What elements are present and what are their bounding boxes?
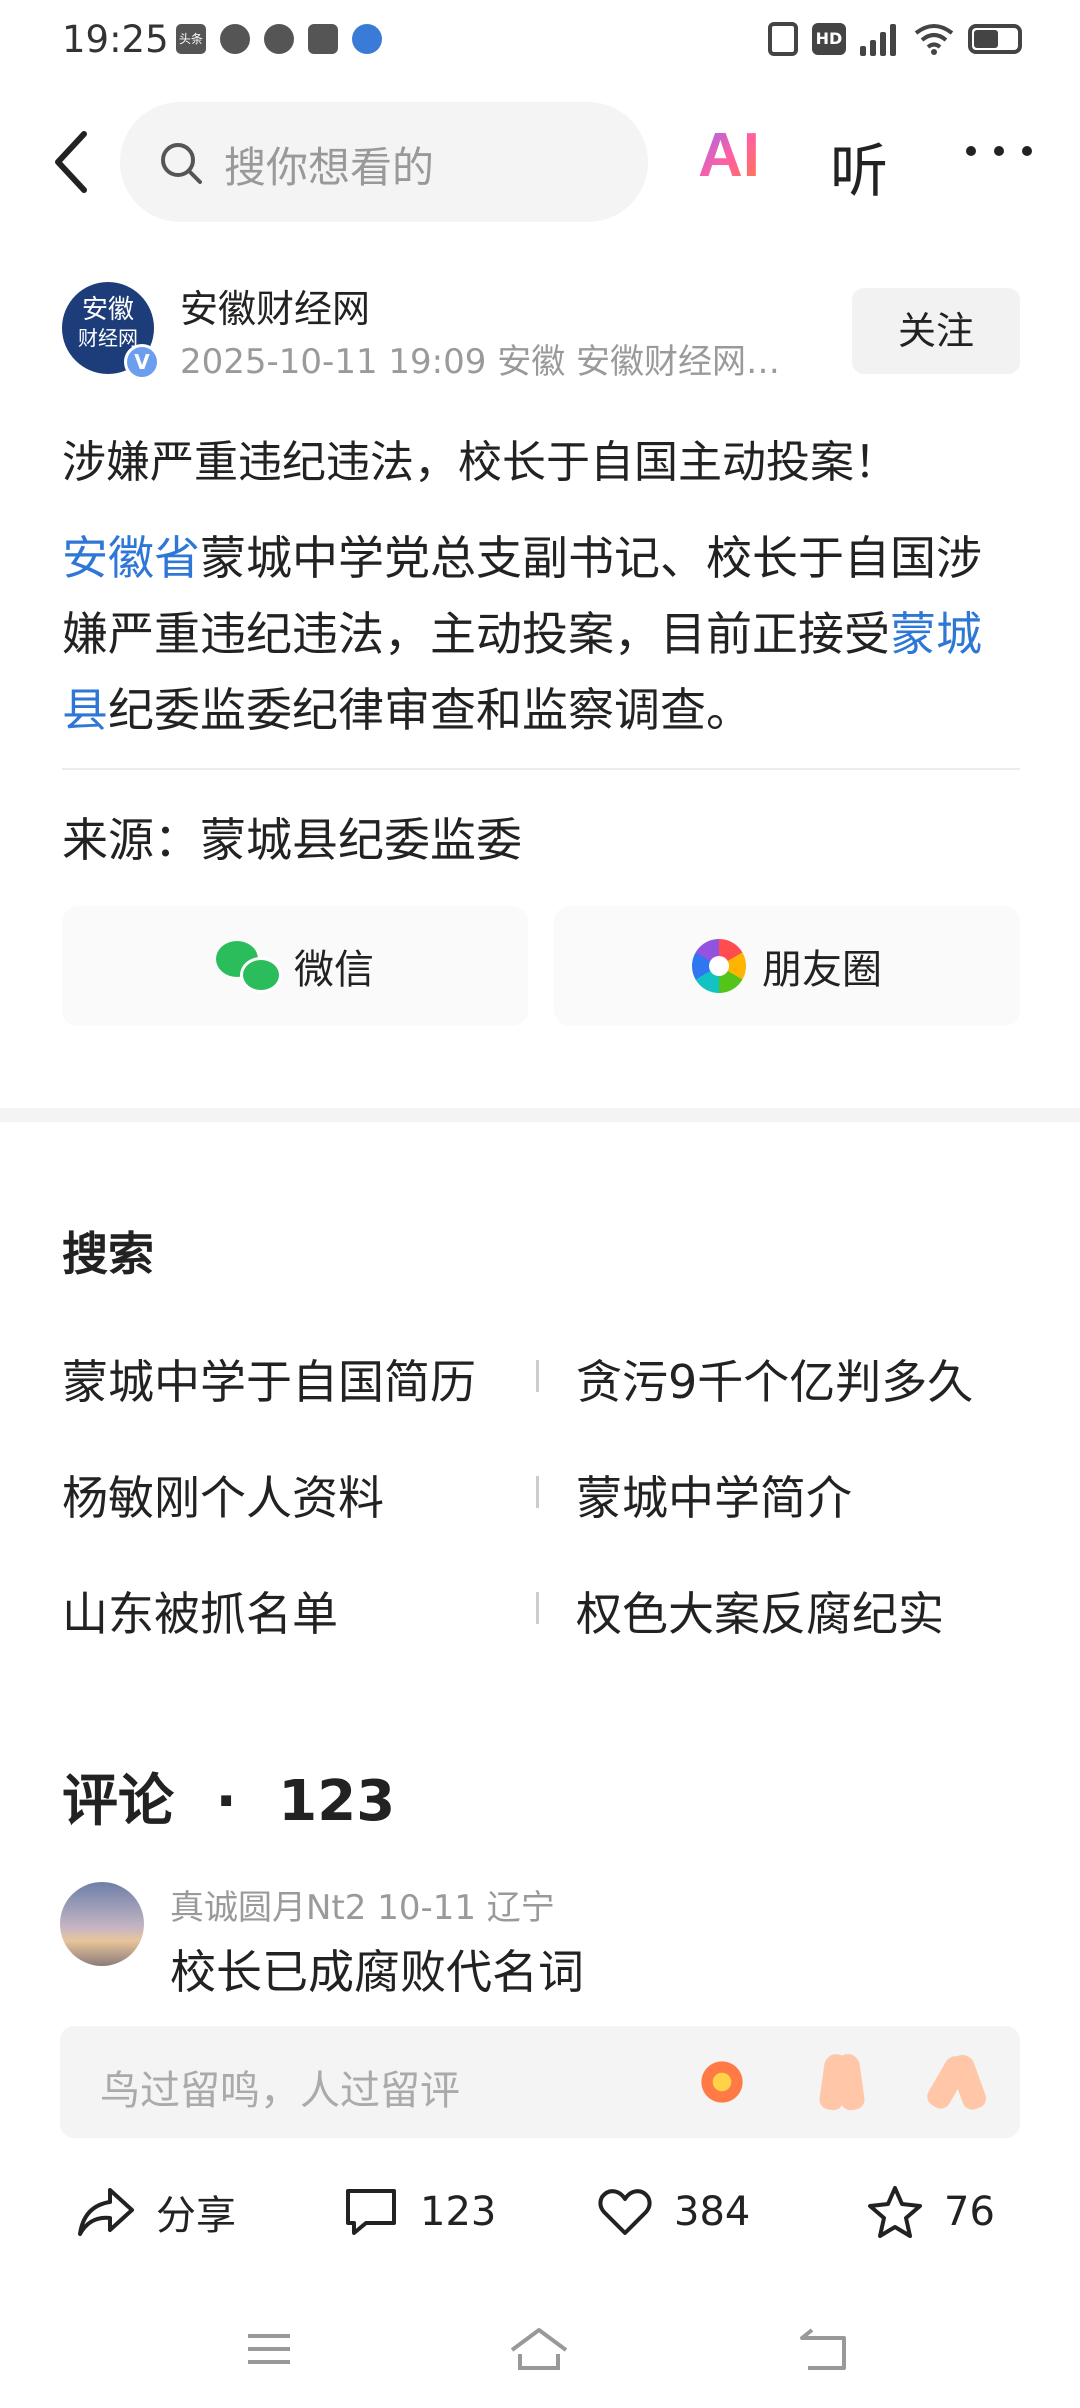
signal-icon xyxy=(860,22,900,56)
search-suggestion[interactable]: 贪污9千个亿判多久 xyxy=(576,1346,973,1412)
baidu-icon xyxy=(352,24,382,54)
search-suggestion[interactable]: 山东被抓名单 xyxy=(62,1578,338,1644)
listen-button[interactable]: 听 xyxy=(830,124,888,208)
status-bar: 19:25 头条 HD xyxy=(0,0,1080,86)
share-wechat-label: 微信 xyxy=(294,947,374,993)
search-placeholder: 搜你想看的 xyxy=(224,143,435,192)
comments-heading-label: 评论 xyxy=(62,1769,174,1834)
share-moments-label: 朋友圈 xyxy=(762,947,882,993)
suggestion-separator xyxy=(536,1476,539,1508)
search-suggestion[interactable]: 权色大案反腐纪实 xyxy=(576,1578,944,1644)
hd-icon: HD xyxy=(812,23,846,55)
comment-action-count: 123 xyxy=(420,2189,497,2235)
ai-label: AI xyxy=(698,121,760,190)
search-section-heading: 搜索 xyxy=(62,1227,154,1281)
toutiao-icon: 头条 xyxy=(176,24,206,54)
ai-button[interactable]: AI xyxy=(698,120,768,200)
weibo-icon xyxy=(264,24,294,54)
wifi-icon xyxy=(914,24,954,55)
avatar-text-top: 安徽 xyxy=(81,295,134,325)
star-icon xyxy=(868,2186,922,2238)
share-row: 微信 朋友圈 xyxy=(62,906,1020,1026)
article-title: 涉嫌严重违纪违法，校长于自国主动投案！ xyxy=(62,437,898,488)
body-text-2: 纪委监委纪律审查和监察调查。 xyxy=(108,683,752,737)
search-suggestion[interactable]: 蒙城中学于自国简历 xyxy=(62,1346,476,1412)
follow-button[interactable]: 关注 xyxy=(852,288,1020,374)
divider xyxy=(62,768,1020,770)
verified-badge-icon: V xyxy=(124,344,160,380)
like-action-count: 384 xyxy=(674,2189,751,2235)
comment-input[interactable]: 鸟过留鸣，人过留评 xyxy=(60,2026,1020,2138)
clap-emoji-icon[interactable] xyxy=(923,2050,990,2114)
search-icon xyxy=(161,143,202,184)
search-suggestion[interactable]: 蒙城中学简介 xyxy=(576,1462,852,1528)
search-suggestion[interactable]: 杨敏刚个人资料 xyxy=(62,1462,384,1528)
author-row: 安徽 财经网 V 安徽财经网 2025-10-11 19:09 安徽 安徽财经网… xyxy=(62,282,1022,382)
status-indicators: HD xyxy=(768,22,1022,56)
search-input[interactable]: 搜你想看的 xyxy=(120,102,648,222)
comment-item[interactable]: 真诚圆月Nt2 10-11 辽宁 校长已成腐败代名词 xyxy=(60,1882,1020,2002)
like-action-button[interactable]: 384 xyxy=(596,2170,750,2254)
link-anhui[interactable]: 安徽省 xyxy=(62,531,200,585)
commenter-avatar[interactable] xyxy=(60,1882,144,1966)
home-icon[interactable] xyxy=(508,2324,570,2374)
article-source: 来源：蒙城县纪委监委 xyxy=(62,813,522,867)
share-icon xyxy=(78,2188,134,2236)
menu-icon[interactable] xyxy=(244,2324,294,2374)
status-app-icons: 头条 xyxy=(176,24,382,54)
comments-count: 123 xyxy=(278,1769,396,1834)
battery-icon xyxy=(968,24,1022,54)
comment-icon xyxy=(346,2189,396,2235)
comment-meta: 真诚圆月Nt2 10-11 辽宁 xyxy=(170,1888,555,1928)
system-nav-bar xyxy=(0,2300,1080,2408)
more-options-icon[interactable] xyxy=(966,146,1066,176)
favorite-action-button[interactable]: 76 xyxy=(866,2170,995,2254)
bottom-action-bar: 分享 123 384 76 xyxy=(0,2170,1080,2254)
comment-action-button[interactable]: 123 xyxy=(342,2170,496,2254)
wechat-icon xyxy=(220,24,250,54)
mail-icon xyxy=(308,24,338,54)
section-divider xyxy=(0,1108,1080,1122)
suggestion-separator xyxy=(536,1592,539,1624)
suggestion-separator xyxy=(536,1360,539,1392)
article-body: 安徽省蒙城中学党总支副书记、校长于自国涉嫌严重违纪违法，主动投案，目前正接受蒙城… xyxy=(62,520,1022,748)
heart-icon xyxy=(598,2189,652,2235)
top-nav: 搜你想看的 AI 听 xyxy=(0,100,1080,224)
article-meta: 2025-10-11 19:09 安徽 安徽财经网… xyxy=(180,342,780,382)
share-moments-button[interactable]: 朋友圈 xyxy=(554,906,1020,1026)
back-nav-icon[interactable] xyxy=(798,2324,850,2374)
vibrate-icon xyxy=(768,22,798,56)
comments-heading-separator: · xyxy=(215,1769,237,1834)
fireworks-emoji-icon[interactable] xyxy=(690,2050,754,2114)
share-action-button[interactable]: 分享 xyxy=(76,2170,236,2254)
pray-emoji-icon[interactable] xyxy=(808,2050,872,2114)
back-icon[interactable] xyxy=(44,122,104,202)
wechat-icon xyxy=(216,941,282,993)
favorite-action-count: 76 xyxy=(944,2189,995,2235)
body-text-1: 蒙城中学党总支副书记、校长于自国涉嫌严重违纪违法，主动投案，目前正接受 xyxy=(62,531,982,661)
comments-heading: 评论 · 123 xyxy=(62,1756,395,1837)
author-name[interactable]: 安徽财经网 xyxy=(180,278,370,333)
share-action-label: 分享 xyxy=(156,2193,236,2239)
comment-input-placeholder: 鸟过留鸣，人过留评 xyxy=(100,2068,460,2114)
comment-text: 校长已成腐败代名词 xyxy=(170,1945,584,1999)
share-wechat-button[interactable]: 微信 xyxy=(62,906,528,1026)
status-time: 19:25 xyxy=(62,18,169,61)
moments-icon xyxy=(692,939,746,993)
